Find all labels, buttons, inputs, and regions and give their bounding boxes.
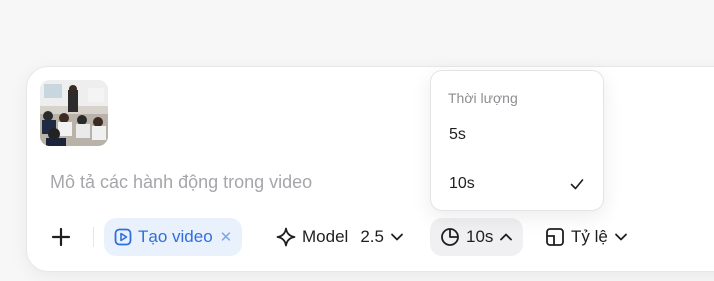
- duration-option-label: 10s: [449, 175, 475, 192]
- duration-selector[interactable]: 10s: [430, 218, 524, 256]
- plus-icon: [51, 227, 71, 247]
- aspect-ratio-label: Tỷ lệ: [571, 227, 608, 246]
- checkmark-icon: [570, 179, 584, 190]
- attached-image-thumbnail[interactable]: [40, 80, 108, 146]
- duration-menu-title: Thời lượng: [448, 90, 518, 106]
- video-play-icon: [114, 228, 132, 246]
- sparkle-icon: [276, 227, 296, 247]
- duration-option-label: 5s: [449, 126, 466, 143]
- chevron-down-icon: [391, 233, 403, 241]
- remove-chip-icon[interactable]: ✕: [220, 228, 233, 246]
- chevron-down-icon: [614, 233, 627, 241]
- model-value: 2.5: [360, 227, 384, 246]
- aspect-ratio-selector[interactable]: Tỷ lệ: [545, 218, 628, 256]
- create-video-label: Tạo video: [138, 227, 213, 246]
- model-label: Model: [302, 227, 349, 246]
- chevron-up-icon: [500, 233, 513, 241]
- duration-option-10s[interactable]: 10s: [431, 167, 603, 201]
- toolbar-divider: [93, 227, 94, 247]
- model-selector[interactable]: Model 2.5: [276, 218, 404, 256]
- add-attachment-button[interactable]: [48, 224, 74, 250]
- duration-value: 10s: [466, 227, 494, 246]
- duration-dropdown-menu: Thời lượng 5s 10s: [430, 70, 604, 211]
- duration-option-5s[interactable]: 5s: [431, 118, 603, 152]
- aspect-ratio-icon: [546, 228, 564, 246]
- create-video-chip[interactable]: Tạo video ✕: [104, 218, 242, 256]
- prompt-input[interactable]: Mô tả các hành động trong video: [50, 172, 312, 193]
- clock-icon: [441, 228, 459, 246]
